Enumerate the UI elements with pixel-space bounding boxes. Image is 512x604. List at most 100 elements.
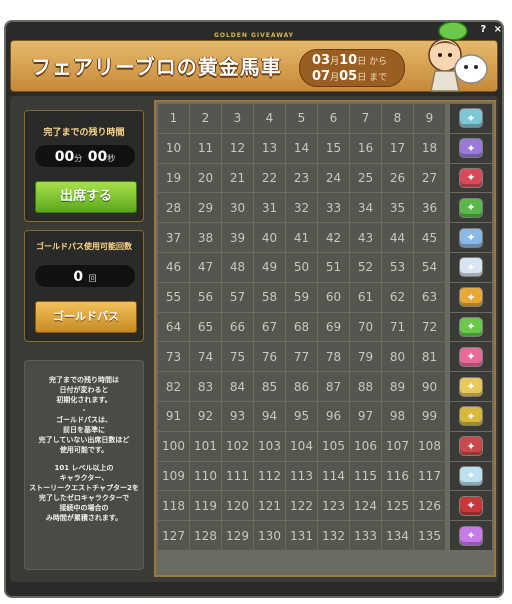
attendance-day-cell: 59 (286, 282, 317, 312)
attendance-day-cell: 89 (382, 372, 413, 401)
attendance-day-cell: 32 (286, 193, 317, 223)
notes-text: 初期化されます。 (56, 396, 112, 404)
medal-icon: ✦ (460, 288, 482, 307)
event-title: フェアリーブロの黄金馬車 (31, 55, 282, 79)
window-title: GOLDEN GIVEAWAY (213, 32, 295, 39)
sparkle-badge-icon: ✦ (460, 526, 482, 545)
start-day: 10 (339, 53, 358, 68)
attendance-day-cell: 53 (382, 252, 413, 282)
reward-slot[interactable]: ✦ (450, 372, 492, 401)
attendance-day-cell: 72 (414, 312, 445, 342)
event-notes: 完了までの残り時間は 日付が変わると 初期化されます。 - ゴールドパスは、 前… (24, 360, 144, 570)
end-date: 07月05日 まで (312, 69, 388, 84)
scroll-icon: ✦ (460, 258, 482, 277)
attendance-day-cell: 82 (158, 372, 189, 401)
attendance-day-cell: 56 (190, 282, 221, 312)
fairy-bro-mascot-icon (428, 21, 488, 92)
attendance-day-cell: 49 (254, 252, 285, 282)
reward-slot[interactable]: ✦ (450, 163, 492, 193)
remaining-seconds: 00 (87, 149, 108, 165)
attendance-day-cell: 15 (318, 133, 349, 163)
attendance-day-cell: 119 (190, 491, 221, 521)
reward-slot[interactable]: ✦ (450, 223, 492, 252)
attendance-day-cell: 101 (190, 431, 221, 461)
reward-slot[interactable]: ✦ (450, 431, 492, 461)
attendance-day-cell: 80 (382, 342, 413, 372)
coupon-icon: ✦ (460, 139, 482, 158)
attendance-day-cell: 91 (158, 401, 189, 431)
attendance-day-cell: 9 (414, 104, 445, 133)
notes-text: ストーリークエストチャプター2を (29, 484, 139, 492)
attendance-day-cell: 11 (190, 133, 221, 163)
attendance-day-cell: 39 (222, 223, 253, 252)
reward-slot[interactable]: ✦ (450, 193, 492, 223)
attendance-day-cell: 88 (350, 372, 381, 401)
attendance-day-cell: 111 (222, 461, 253, 491)
attendance-day-cell: 105 (318, 431, 349, 461)
attendance-day-cell: 117 (414, 461, 445, 491)
attendance-day-cell: 92 (190, 401, 221, 431)
reward-slot[interactable]: ✦ (450, 521, 492, 550)
gold-pass-label: ゴールドパス使用可能回数 (36, 242, 132, 251)
reward-slot[interactable]: ✦ (450, 282, 492, 312)
gold-pass-count: 0 (73, 269, 84, 285)
attendance-day-cell: 33 (318, 193, 349, 223)
remaining-time-panel: 完了までの残り時間 00分 00秒 出席する (24, 110, 144, 222)
attendance-day-cell: 28 (158, 193, 189, 223)
reward-slot[interactable]: ✦ (450, 312, 492, 342)
attendance-day-cell: 97 (350, 401, 381, 431)
attendance-day-cell: 17 (382, 133, 413, 163)
treasure-chest-icon: ✦ (460, 317, 482, 336)
attendance-day-cell: 90 (414, 372, 445, 401)
notes-text: 完了したゼロキャラクターで (38, 494, 130, 502)
attendance-board: 1 2 3 4 5 6 7 8 9 10 11 12 13 14 15 16 17 18 19 20 21 22 23 24 2… (154, 100, 496, 577)
attendance-day-cell: 78 (318, 342, 349, 372)
attendance-day-cell: 68 (286, 312, 317, 342)
attendance-day-cell: 44 (382, 223, 413, 252)
attendance-day-cell: 23 (286, 163, 317, 193)
attendance-day-cell: 24 (318, 163, 349, 193)
reward-slot[interactable]: ✦ (450, 401, 492, 431)
attendance-day-cell: 30 (222, 193, 253, 223)
attendance-day-cell: 110 (190, 461, 221, 491)
attendance-day-cell: 40 (254, 223, 285, 252)
attendance-day-cell: 16 (350, 133, 381, 163)
reward-slot[interactable]: ✦ (450, 461, 492, 491)
event-banner: フェアリーブロの黄金馬車 03月10日 から 07月05日 まで (10, 21, 498, 92)
attendance-day-cell: 7 (350, 104, 381, 133)
close-icon[interactable]: × (494, 24, 502, 35)
reward-slot[interactable]: ✦ (450, 491, 492, 521)
gold-box-icon: ✦ (460, 407, 482, 426)
attendance-day-cell: 20 (190, 163, 221, 193)
attendance-day-cell: 63 (414, 282, 445, 312)
gold-pass-button[interactable]: ゴールドパス (35, 301, 137, 333)
attendance-day-cell: 70 (350, 312, 381, 342)
attendance-day-cell: 81 (414, 342, 445, 372)
attendance-day-cell: 135 (414, 521, 445, 550)
attendance-day-cell: 95 (286, 401, 317, 431)
attendance-day-cell: 6 (318, 104, 349, 133)
notes-text: キャラクター、 (59, 474, 109, 482)
attendance-day-cell: 64 (158, 312, 189, 342)
attendance-day-cell: 22 (254, 163, 285, 193)
attendance-day-cell: 25 (350, 163, 381, 193)
attend-button[interactable]: 出席する (35, 181, 137, 213)
attendance-day-cell: 57 (222, 282, 253, 312)
reward-slot[interactable]: ✦ (450, 104, 492, 133)
attendance-day-cell: 118 (158, 491, 189, 521)
attendance-day-cell: 94 (254, 401, 285, 431)
reward-slot[interactable]: ✦ (450, 133, 492, 163)
attendance-day-cell: 36 (414, 193, 445, 223)
attendance-day-cell: 103 (254, 431, 285, 461)
attendance-day-cell: 42 (318, 223, 349, 252)
attendance-day-cell: 19 (158, 163, 189, 193)
reward-slot[interactable]: ✦ (450, 342, 492, 372)
attendance-day-cell: 13 (254, 133, 285, 163)
attendance-day-cell: 132 (318, 521, 349, 550)
attendance-day-cell: 126 (414, 491, 445, 521)
reward-slot[interactable]: ✦ (450, 252, 492, 282)
notes-text: 完了していない出席日数ほど (38, 436, 130, 444)
attendance-day-cell: 4 (254, 104, 285, 133)
attendance-day-cell: 83 (190, 372, 221, 401)
attendance-day-cell: 38 (190, 223, 221, 252)
